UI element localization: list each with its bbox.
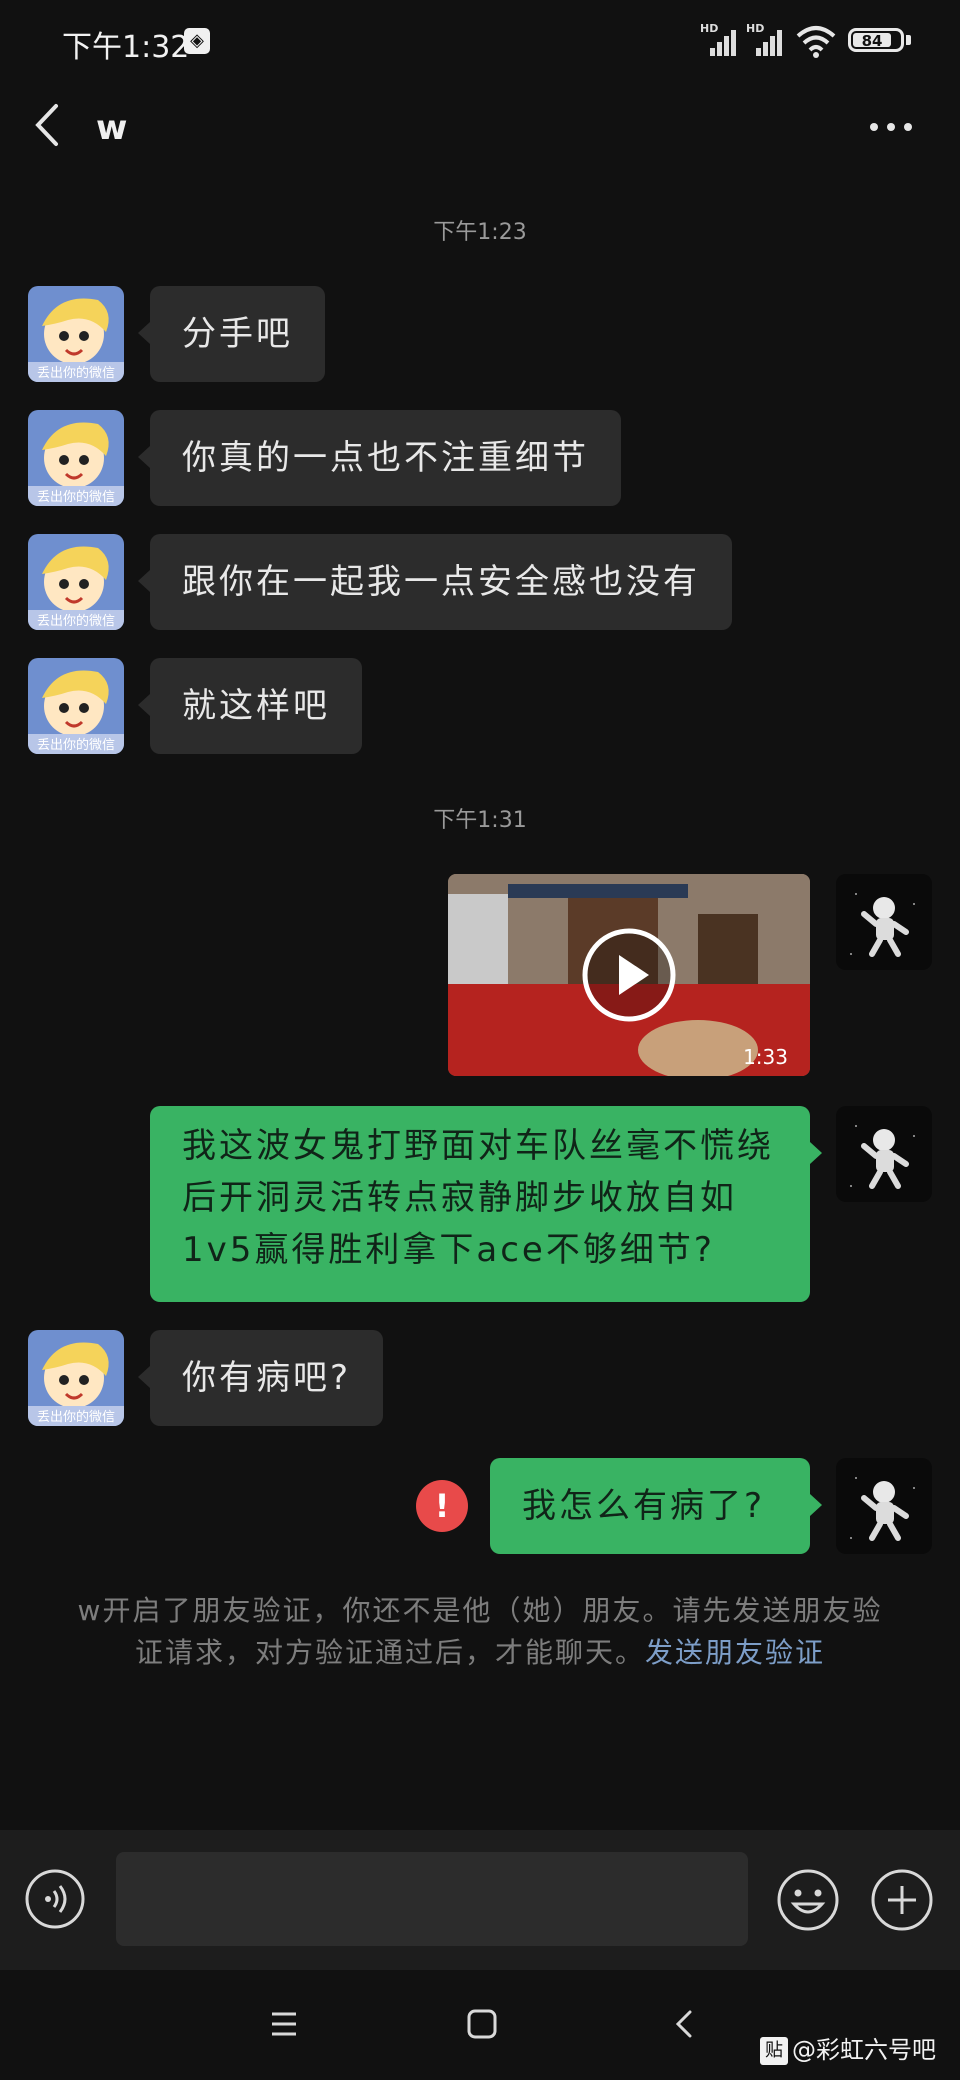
message-timestamp: 下午1:31 [433,808,527,833]
watermark: 贴 @彩虹六号吧 [760,2030,936,2065]
nav-back-icon[interactable] [660,2000,708,2048]
message-timestamp: 下午1:23 [433,220,527,245]
send-failed-icon[interactable]: ! [416,1480,468,1532]
chat-title: w [96,108,128,148]
message-bubble-incoming[interactable]: 分手吧 [138,286,325,382]
message-bubble-incoming[interactable]: 跟你在一起我一点安全感也没有 [138,534,732,630]
message-bubble-incoming[interactable]: 你真的一点也不注重细节 [138,410,621,506]
contact-avatar[interactable]: 丢出你的微信 [28,1330,124,1426]
message-input[interactable] [116,1852,748,1946]
svg-text:丢出你的微信: 丢出你的微信 [37,1409,115,1425]
message-bubble-incoming[interactable]: 就这样吧 [138,658,362,754]
message-bubble-incoming[interactable]: 你有病吧? [137,1330,384,1426]
wifi-icon [796,26,836,58]
emoji-icon[interactable] [776,1868,840,1932]
message-bubble-outgoing[interactable]: 我这波女鬼打野面对车队丝毫不慌绕后开洞灵活转点寂静脚步收放自如1v5赢得胜利拿下… [150,1106,822,1302]
user-avatar[interactable] [836,874,932,970]
contact-avatar[interactable]: 丢出你的微信 [28,286,124,382]
svg-text:丢出你的微信: 丢出你的微信 [37,365,115,381]
play-icon[interactable] [579,925,679,1025]
friend-verification-notice: w开启了朋友验证，你还不是他（她）朋友。请先发送朋友验证请求，对方验证通过后，才… [70,1590,890,1674]
contact-avatar[interactable]: 丢出你的微信 [28,658,124,754]
message-bubble-outgoing[interactable]: 我怎么有病了? [490,1458,822,1554]
svg-text:丢出你的微信: 丢出你的微信 [37,489,115,505]
contact-avatar[interactable]: 丢出你的微信 [28,410,124,506]
video-message[interactable]: 1:33 [448,874,810,1076]
add-icon[interactable] [870,1868,934,1932]
menu-icon[interactable] [260,2000,308,2048]
user-avatar[interactable] [836,1106,932,1202]
svg-text:1:33: 1:33 [743,1045,788,1069]
contact-avatar[interactable]: 丢出你的微信 [28,534,124,630]
voice-input-icon[interactable] [24,1868,86,1930]
status-bar: 下午1:32 ◈ HD HD 84 [0,0,960,80]
svg-text:丢出你的微信: 丢出你的微信 [37,613,115,629]
battery-icon: 84 [848,28,904,52]
user-avatar[interactable] [836,1458,932,1554]
tieba-logo: 贴 [760,2037,788,2065]
status-time: 下午1:32 [62,30,190,65]
signal-icon-2: HD [746,22,782,56]
app-notification-icon: ◈ [184,28,210,54]
svg-text:丢出你的微信: 丢出你的微信 [37,737,115,753]
more-options-icon[interactable] [866,112,916,142]
send-verification-link[interactable]: 发送朋友验证 [645,1636,825,1669]
signal-icon: HD [700,22,736,56]
home-icon[interactable] [458,2000,506,2048]
back-arrow-icon[interactable] [28,100,68,150]
